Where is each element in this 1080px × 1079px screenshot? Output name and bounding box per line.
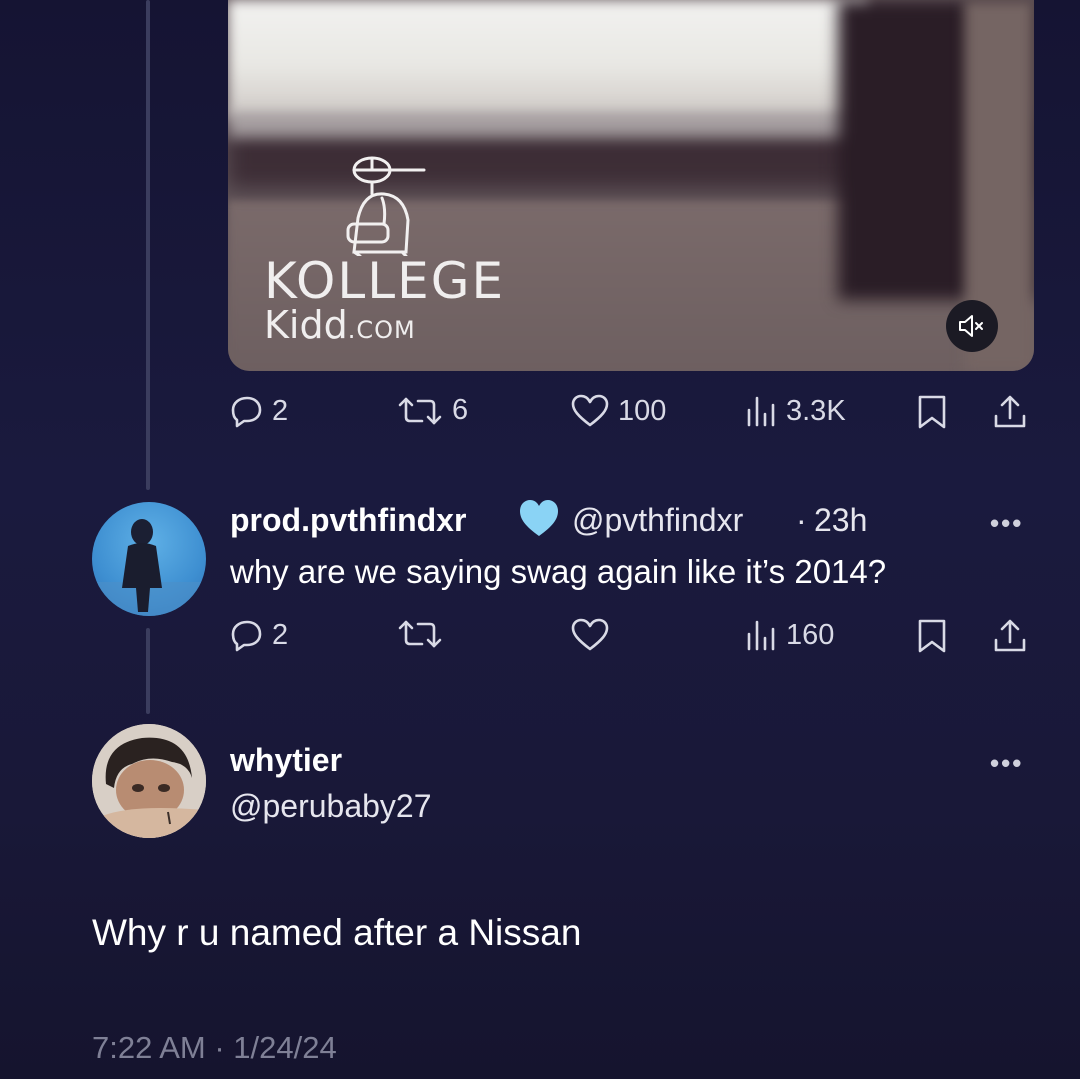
share-button[interactable] xyxy=(992,394,1028,430)
views-icon xyxy=(747,396,775,427)
views-count: 3.3K xyxy=(786,394,846,427)
display-name[interactable]: whytier xyxy=(230,742,342,779)
thread-line-top xyxy=(146,0,150,490)
logo-figure-icon xyxy=(346,156,426,256)
logo-dotcom: .COM xyxy=(347,316,416,344)
reply-button[interactable]: 2 xyxy=(230,618,288,652)
reply1-text: why are we saying swag again like it’s 2… xyxy=(230,553,887,590)
repost-button[interactable]: 6 xyxy=(396,394,468,427)
like-count: 100 xyxy=(618,394,667,427)
repost-count: 6 xyxy=(452,394,469,426)
repost-icon xyxy=(398,397,442,424)
logo-text-top: KOLLEGE xyxy=(264,252,506,310)
bookmark-button[interactable] xyxy=(916,618,948,654)
reply-button[interactable]: 2 xyxy=(230,394,288,428)
person-photo-icon xyxy=(92,724,206,838)
views-button[interactable]: 3.3K xyxy=(744,394,846,428)
handle[interactable]: @perubaby27 xyxy=(230,788,432,825)
repost-button[interactable] xyxy=(396,618,444,650)
reply-icon xyxy=(231,620,262,652)
heart-icon xyxy=(571,394,609,427)
bookmark-icon xyxy=(918,395,946,429)
like-button[interactable] xyxy=(570,618,610,652)
thread-line-bottom xyxy=(146,628,150,714)
share-icon xyxy=(994,395,1026,428)
main-post-action-bar: 2 6 100 3.3K xyxy=(230,394,1030,434)
views-icon xyxy=(747,620,775,651)
bookmark-icon xyxy=(918,619,946,653)
repost-icon xyxy=(398,620,442,648)
like-button[interactable]: 100 xyxy=(570,394,666,428)
more-options-button[interactable]: ••• xyxy=(990,508,1023,539)
views-button[interactable]: 160 xyxy=(744,618,834,652)
handle[interactable]: @pvthfindxr xyxy=(572,502,743,539)
share-icon xyxy=(994,619,1026,652)
bookmark-button[interactable] xyxy=(916,394,948,430)
heart-icon xyxy=(571,618,609,651)
share-button[interactable] xyxy=(992,618,1028,654)
separator: · xyxy=(796,502,807,538)
post-timestamp[interactable]: 7:22 AM · 1/24/24 xyxy=(92,1030,337,1066)
avatar-pvthfindxr[interactable] xyxy=(92,502,206,616)
reply1-action-bar: 2 160 xyxy=(230,618,1030,658)
display-name[interactable]: prod.pvthfindxr xyxy=(230,502,466,539)
more-options-button[interactable]: ••• xyxy=(990,748,1023,779)
post-text: Why r u named after a Nissan xyxy=(92,912,582,953)
video-player[interactable]: KOLLEGE Kidd.COM xyxy=(228,0,1034,371)
reply1-header: prod.pvthfindxr @pvthfindxr · 23h xyxy=(230,500,1030,542)
person-silhouette-icon xyxy=(92,519,206,616)
avatar-perubaby27[interactable] xyxy=(92,724,206,838)
logo-kidd: Kidd xyxy=(264,303,348,347)
reply-count: 2 xyxy=(272,618,289,651)
views-count: 160 xyxy=(786,618,835,651)
kollege-kidd-logo: KOLLEGE Kidd.COM xyxy=(258,148,528,348)
logo-text-bottom: Kidd.COM xyxy=(264,306,416,344)
reply-icon xyxy=(231,396,262,428)
heart-badge-icon xyxy=(520,500,558,536)
mute-icon xyxy=(959,315,983,337)
reply-count: 2 xyxy=(272,394,289,427)
post-time[interactable]: 23h xyxy=(814,502,867,539)
mute-button[interactable] xyxy=(946,300,998,352)
